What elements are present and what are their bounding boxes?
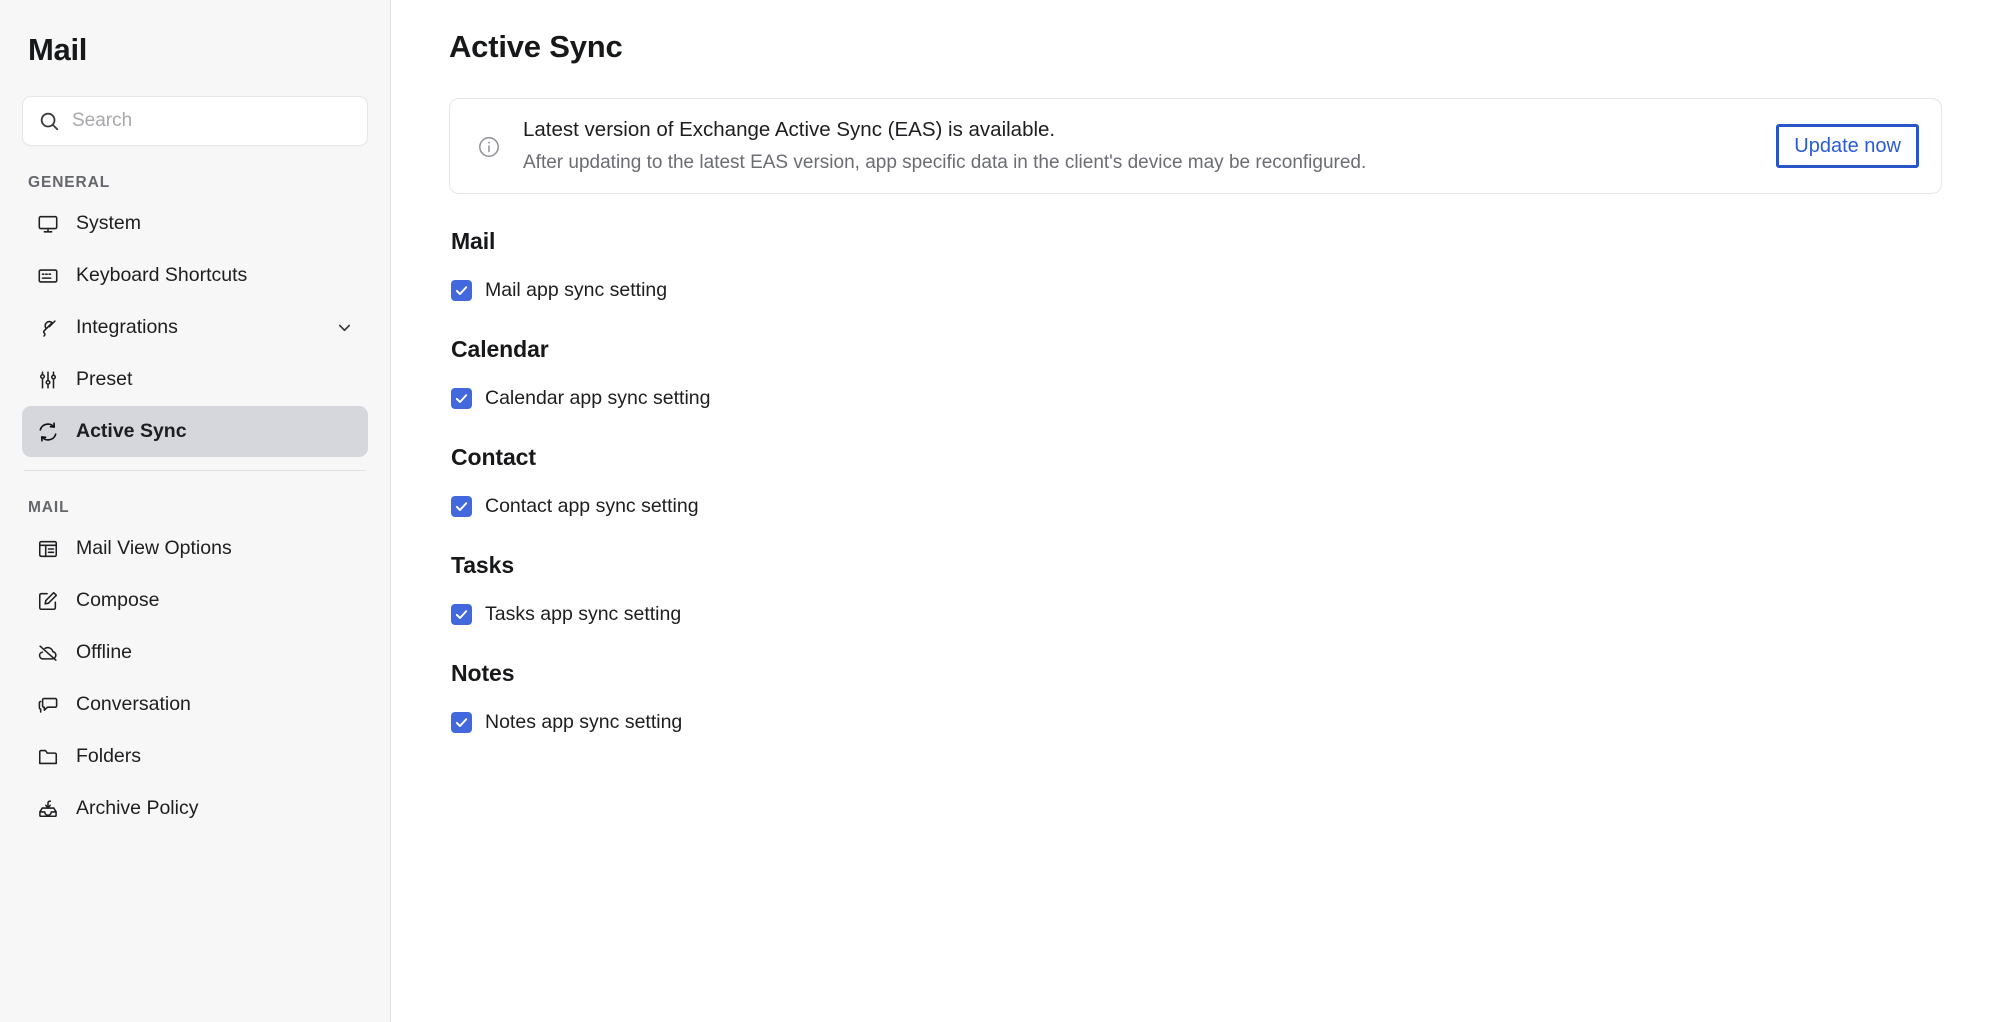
banner-subtitle: After updating to the latest EAS version… xyxy=(523,152,1367,174)
sidebar-item-label: Offline xyxy=(76,641,133,663)
sync-group-notes: Notes Notes app sync setting xyxy=(449,660,1942,734)
sync-group-contact: Contact Contact app sync setting xyxy=(449,444,1942,518)
group-title: Contact xyxy=(451,443,536,470)
banner-title: Latest version of Exchange Active Sync (… xyxy=(523,118,1056,141)
checkbox-checked-icon[interactable] xyxy=(451,711,472,733)
sidebar-item-folders[interactable]: Folders xyxy=(22,731,368,782)
info-circle-icon xyxy=(477,132,501,159)
sidebar-item-archive-policy[interactable]: Archive Policy xyxy=(22,783,368,834)
checkbox-label: Notes app sync setting xyxy=(485,710,683,733)
main-content: Active Sync Latest version of Exchange A… xyxy=(391,0,2000,1022)
search-box[interactable] xyxy=(22,96,368,146)
sync-checkbox-row-tasks[interactable]: Tasks app sync setting xyxy=(451,603,681,626)
chevron-down-icon[interactable] xyxy=(335,318,354,337)
page-title: Active Sync xyxy=(449,29,623,64)
sync-checkbox-row-calendar[interactable]: Calendar app sync setting xyxy=(451,387,710,410)
sidebar-item-label: Compose xyxy=(76,589,160,611)
sync-checkbox-row-mail[interactable]: Mail app sync setting xyxy=(451,279,667,302)
sync-group-tasks: Tasks Tasks app sync setting xyxy=(449,552,1942,626)
update-banner: Latest version of Exchange Active Sync (… xyxy=(449,98,1942,194)
sidebar-item-label: Active Sync xyxy=(76,420,187,442)
group-title: Calendar xyxy=(451,335,549,362)
sidebar-nav-mail: Mail View Options Compose Offline Conver… xyxy=(22,523,368,834)
sidebar-item-label: Conversation xyxy=(76,693,191,715)
sidebar-item-label: Folders xyxy=(76,745,142,767)
cloud-slash-icon xyxy=(36,641,60,665)
search-input[interactable] xyxy=(72,110,352,132)
sidebar-divider xyxy=(24,470,366,471)
checkbox-label: Tasks app sync setting xyxy=(485,602,682,625)
plug-icon xyxy=(36,316,60,340)
checkbox-checked-icon[interactable] xyxy=(451,279,472,301)
checkbox-label: Contact app sync setting xyxy=(485,494,699,517)
archive-inbox-icon xyxy=(36,797,60,821)
sidebar-item-compose[interactable]: Compose xyxy=(22,575,368,626)
sidebar-section-label-mail: MAIL xyxy=(28,499,70,516)
sidebar-item-label: Integrations xyxy=(76,316,178,338)
sidebar-item-integrations[interactable]: Integrations xyxy=(22,302,368,353)
sidebar-item-system[interactable]: System xyxy=(22,198,368,249)
sidebar-item-offline[interactable]: Offline xyxy=(22,627,368,678)
refresh-sync-icon xyxy=(36,420,60,444)
sidebar-nav-general: System Keyboard Shortcuts Integrations P… xyxy=(22,198,368,457)
sidebar-section-label-general: GENERAL xyxy=(28,174,111,191)
layout-panel-icon xyxy=(36,537,60,561)
sync-checkbox-row-notes[interactable]: Notes app sync setting xyxy=(451,711,682,734)
sidebar-item-conversation[interactable]: Conversation xyxy=(22,679,368,730)
group-title: Mail xyxy=(451,227,496,254)
sync-checkbox-row-contact[interactable]: Contact app sync setting xyxy=(451,495,699,518)
sync-group-mail: Mail Mail app sync setting xyxy=(449,228,1942,302)
banner-action: Update now xyxy=(1756,123,1919,168)
sync-group-calendar: Calendar Calendar app sync setting xyxy=(449,336,1942,410)
sidebar-item-label: Keyboard Shortcuts xyxy=(76,264,248,286)
folder-icon xyxy=(36,745,60,769)
sidebar-item-preset[interactable]: Preset xyxy=(22,354,368,405)
sidebar-item-label: Preset xyxy=(76,368,133,390)
sidebar-item-keyboard-shortcuts[interactable]: Keyboard Shortcuts xyxy=(22,250,368,301)
chat-bubbles-icon xyxy=(36,693,60,717)
sidebar-item-label: System xyxy=(76,212,142,234)
sidebar-item-active-sync[interactable]: Active Sync xyxy=(22,406,368,457)
checkbox-checked-icon[interactable] xyxy=(451,603,472,625)
sidebar-item-label: Mail View Options xyxy=(76,537,232,559)
checkbox-checked-icon[interactable] xyxy=(451,387,472,409)
pencil-square-icon xyxy=(36,589,60,613)
banner-text: Latest version of Exchange Active Sync (… xyxy=(523,116,1734,176)
sidebar-item-mail-view-options[interactable]: Mail View Options xyxy=(22,523,368,574)
sidebar-title: Mail xyxy=(28,32,88,67)
app-root: Mail GENERAL Syste xyxy=(0,0,2000,1022)
sliders-icon xyxy=(36,368,60,392)
update-now-button[interactable]: Update now xyxy=(1776,123,1919,168)
sidebar-item-label: Archive Policy xyxy=(76,797,199,819)
checkbox-checked-icon[interactable] xyxy=(451,495,472,517)
sidebar: Mail GENERAL Syste xyxy=(0,0,391,1022)
keyboard-icon xyxy=(36,264,60,288)
group-title: Notes xyxy=(451,659,515,686)
group-title: Tasks xyxy=(451,551,515,578)
checkbox-label: Mail app sync setting xyxy=(485,278,668,301)
search-icon xyxy=(38,110,60,132)
monitor-icon xyxy=(36,212,60,236)
checkbox-label: Calendar app sync setting xyxy=(485,386,711,409)
